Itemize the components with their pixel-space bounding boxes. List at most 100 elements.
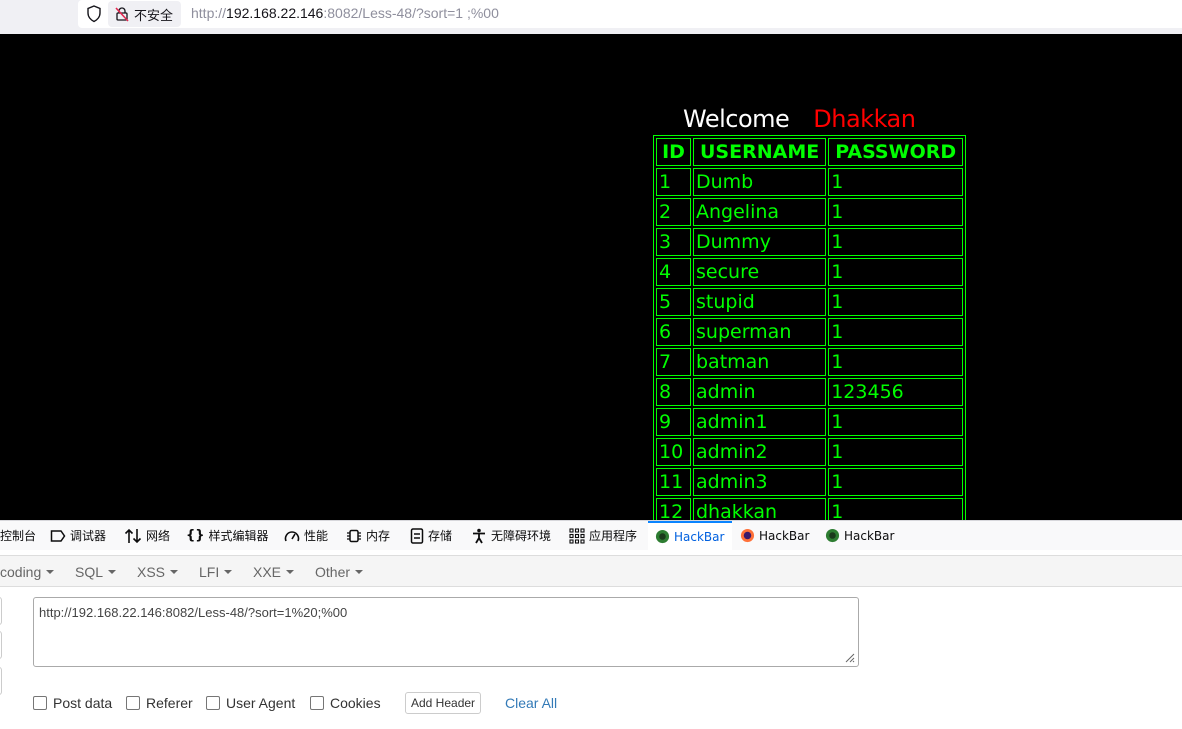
cell-password: 1 <box>828 468 964 496</box>
tab-label: 调试器 <box>70 529 107 543</box>
table-row: 1 Dumb 1 <box>656 168 964 196</box>
cell-username: dhakkan <box>693 498 827 520</box>
table-row: 4 secure 1 <box>656 258 964 286</box>
url-textarea[interactable]: http://192.168.22.146:8082/Less-48/?sort… <box>33 597 859 667</box>
cell-id: 7 <box>656 348 691 376</box>
option-label: Referer <box>146 695 193 711</box>
menu-xxe[interactable]: XXE <box>253 564 295 580</box>
cell-username: admin2 <box>693 438 827 466</box>
tab-accessibility[interactable]: 无障碍环境 <box>471 521 551 550</box>
tab-hackbar-active[interactable]: HackBar <box>648 521 732 550</box>
url-text[interactable]: http://192.168.22.146:8082/Less-48/?sort… <box>191 5 499 21</box>
table-header-row: ID USERNAME PASSWORD <box>656 138 964 166</box>
caret-down-icon <box>108 570 117 574</box>
security-label: 不安全 <box>134 7 174 23</box>
option-label: Cookies <box>330 695 381 711</box>
table-row: 8 admin 123456 <box>656 378 964 406</box>
tab-hackbar-3[interactable]: HackBar <box>825 521 894 550</box>
referer-checkbox[interactable] <box>126 696 140 710</box>
column-header-password: PASSWORD <box>828 138 964 166</box>
tab-memory[interactable]: 内存 <box>346 521 390 550</box>
users-table: ID USERNAME PASSWORD 1 Dumb 1 2 Angelina 1 3 Du… <box>653 135 967 520</box>
table-row: 7 batman 1 <box>656 348 964 376</box>
hackbar-panel: http://192.168.22.146:8082/Less-48/?sort… <box>0 587 1182 729</box>
menu-xss[interactable]: XSS <box>137 564 179 580</box>
table-row: 10 admin2 1 <box>656 438 964 466</box>
execute-button[interactable] <box>0 667 2 695</box>
column-header-id: ID <box>656 138 691 166</box>
tab-label: 样式编辑器 <box>208 529 269 543</box>
cookies-checkbox[interactable] <box>310 696 324 710</box>
menu-encoding[interactable]: coding <box>0 564 55 580</box>
cell-id: 1 <box>656 168 691 196</box>
tab-style-editor[interactable]: {} 样式编辑器 <box>186 521 269 550</box>
caret-down-icon <box>170 570 179 574</box>
cell-password: 123456 <box>828 378 964 406</box>
tab-label: 性能 <box>304 529 329 543</box>
insecure-lock-icon <box>115 7 129 22</box>
storage-icon <box>410 527 424 544</box>
menu-label: SQL <box>75 564 104 580</box>
tab-label: HackBar <box>844 528 895 543</box>
tab-label: 内存 <box>366 529 391 543</box>
tracking-shield-icon[interactable] <box>86 5 102 23</box>
tab-debugger[interactable]: 调试器 <box>50 521 106 550</box>
table-row: 9 admin1 1 <box>656 408 964 436</box>
table-row: 11 admin3 1 <box>656 468 964 496</box>
url-prefix: http:// <box>191 5 227 21</box>
tab-storage[interactable]: 存储 <box>410 521 452 550</box>
cell-id: 5 <box>656 288 691 316</box>
post-data-checkbox[interactable] <box>33 696 47 710</box>
tab-performance[interactable]: 性能 <box>284 521 328 550</box>
menu-label: XSS <box>137 564 166 580</box>
accessibility-icon <box>473 528 485 543</box>
cell-id: 8 <box>656 378 691 406</box>
load-url-button[interactable] <box>0 597 2 625</box>
page-viewport: Welcome Dhakkan ID USERNAME PASSWORD 1 Dum… <box>0 34 1182 520</box>
tab-network[interactable]: 网络 <box>124 521 170 550</box>
url-rest: :8082/Less-48/?sort=1 ;%00 <box>323 5 499 21</box>
cell-id: 9 <box>656 408 691 436</box>
url-host: 192.168.22.146 <box>226 5 324 21</box>
resize-grip-icon[interactable] <box>843 651 855 663</box>
tab-console[interactable]: 控制台 <box>0 521 36 550</box>
option-cookies[interactable]: Cookies <box>310 695 381 711</box>
split-url-button[interactable] <box>0 631 2 659</box>
clear-all-link[interactable]: Clear All <box>505 695 557 711</box>
column-header-username: USERNAME <box>693 138 827 166</box>
tab-hackbar-2[interactable]: HackBar <box>740 521 809 550</box>
option-user-agent[interactable]: User Agent <box>206 695 295 711</box>
caret-down-icon <box>224 570 233 574</box>
menu-other[interactable]: Other <box>315 564 364 580</box>
option-referer[interactable]: Referer <box>126 695 193 711</box>
style-editor-icon: {} <box>186 528 205 543</box>
cell-id: 11 <box>656 468 691 496</box>
cell-password: 1 <box>828 228 964 256</box>
user-agent-checkbox[interactable] <box>206 696 220 710</box>
menu-label: Other <box>315 564 351 580</box>
add-header-button[interactable]: Add Header <box>405 692 482 714</box>
cell-password: 1 <box>828 348 964 376</box>
site-security-indicator[interactable]: 不安全 <box>108 1 182 27</box>
cell-password: 1 <box>828 318 964 346</box>
tab-application[interactable]: 应用程序 <box>569 521 637 550</box>
cell-username: stupid <box>693 288 827 316</box>
menu-label: XXE <box>253 564 282 580</box>
cell-id: 4 <box>656 258 691 286</box>
cell-password: 1 <box>828 258 964 286</box>
debugger-icon <box>50 529 66 542</box>
cell-username: Angelina <box>693 198 827 226</box>
hackbar-orange-icon <box>740 528 755 543</box>
cell-username: batman <box>693 348 827 376</box>
option-post-data[interactable]: Post data <box>33 695 112 711</box>
menu-sql[interactable]: SQL <box>75 564 117 580</box>
performance-icon <box>284 530 300 541</box>
tab-label: 网络 <box>146 529 171 543</box>
hackbar-green-icon <box>655 529 670 544</box>
cell-username: Dummy <box>693 228 827 256</box>
menu-label: coding <box>0 564 42 580</box>
table-row: 12 dhakkan 1 <box>656 498 964 520</box>
menu-lfi[interactable]: LFI <box>199 564 233 580</box>
menu-label: LFI <box>199 564 220 580</box>
tab-label: HackBar <box>674 529 725 544</box>
